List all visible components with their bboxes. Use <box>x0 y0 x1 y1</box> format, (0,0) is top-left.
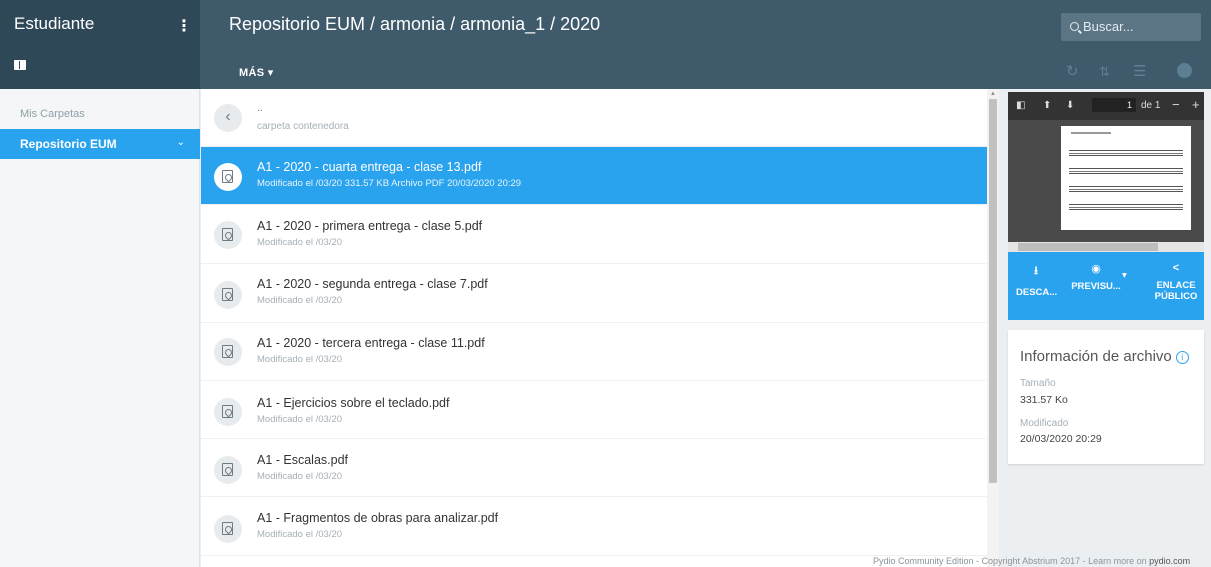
size-label: Tamaño <box>1020 378 1056 389</box>
preview-button[interactable]: ◉ PREVISU... <box>1068 262 1124 292</box>
sidebar: Mis Carpetas Repositorio EUM ⌄ <box>0 89 200 567</box>
arrow-up-icon[interactable]: ⬆ <box>1043 100 1051 111</box>
file-list: ‹ .. carpeta contenedora A1 - 2020 - cua… <box>201 89 987 567</box>
share-icon: < <box>1172 262 1180 274</box>
scroll-up-arrow-icon[interactable]: ▲ <box>990 91 996 97</box>
parent-meta: carpeta contenedora <box>257 121 349 132</box>
sidebar-item-repositorio[interactable]: Repositorio EUM ⌄ <box>0 129 200 159</box>
refresh-icon[interactable]: ↻ <box>1066 62 1079 80</box>
list-scrollbar[interactable]: ▲ <box>987 89 999 567</box>
file-name: A1 - Fragmentos de obras para analizar.p… <box>257 511 499 525</box>
file-meta: Modificado el /03/20 <box>257 237 343 248</box>
info-title-text: Información de archivo <box>1020 348 1172 365</box>
preview-dropdown-icon[interactable]: ▾ <box>1122 270 1127 281</box>
pdf-file-icon <box>214 398 242 426</box>
search-placeholder: Buscar... <box>1083 19 1134 34</box>
pdf-file-icon <box>214 515 242 543</box>
chevron-down-icon[interactable]: ⌄ <box>177 137 185 148</box>
info-circle-icon[interactable]: i <box>1175 351 1189 364</box>
file-meta: Modificado el /03/20 <box>257 414 343 425</box>
scrollbar-thumb[interactable] <box>989 99 997 483</box>
file-actions: ⭳ DESCA... ◉ PREVISU... ▾ < ENLACE PÚBLI… <box>1008 252 1204 320</box>
footer-text: Pydio Community Edition - Copyright Abst… <box>873 556 1147 566</box>
download-icon: ⭳ <box>1034 265 1038 277</box>
more-label: MÁS <box>239 67 265 79</box>
pdf-preview: ◧ ⬆ ⬇ 1 de 1 − + <box>1008 92 1204 252</box>
file-meta: Modificado el /03/20 <box>257 529 343 540</box>
pdf-file-icon <box>214 163 242 191</box>
public-link-label-2: PÚBLICO <box>1154 291 1198 302</box>
file-row[interactable]: A1 - Ejercicios sobre el teclado.pdf Mod… <box>201 381 987 439</box>
file-meta: Modificado el /03/20 <box>257 295 343 306</box>
file-row[interactable]: A1 - 2020 - cuarta entrega - clase 13.pd… <box>201 147 987 205</box>
search-icon <box>1070 22 1079 31</box>
public-link-label: ENLACE <box>1156 280 1196 291</box>
info-title: Información de archivo i <box>1020 348 1189 365</box>
page-count: de 1 <box>1141 100 1161 111</box>
sidebar-item-label: Repositorio EUM <box>20 137 117 151</box>
preview-toolbar: ◧ ⬆ ⬇ 1 de 1 − + <box>1008 92 1204 120</box>
page-number-input[interactable]: 1 <box>1092 98 1136 112</box>
zoom-in-icon[interactable]: + <box>1192 97 1200 112</box>
sort-icon[interactable]: ⇅ <box>1099 64 1110 80</box>
file-name: A1 - 2020 - segunda entrega - clase 7.pd… <box>257 277 488 291</box>
eye-icon: ◉ <box>1091 263 1101 275</box>
file-name: A1 - 2020 - primera entrega - clase 5.pd… <box>257 219 483 233</box>
modified-label: Modificado <box>1020 418 1069 429</box>
top-bar: Estudiante ⋮ Repositorio EUM / armonia /… <box>0 0 1211 89</box>
kebab-menu-icon[interactable]: ⋮ <box>176 16 192 36</box>
file-name: A1 - 2020 - cuarta entrega - clase 13.pd… <box>257 160 482 174</box>
file-info-card: Información de archivo i Tamaño 331.57 Ko… <box>1008 330 1204 464</box>
preview-label: PREVISU... <box>1071 281 1121 292</box>
book-icon[interactable] <box>14 60 26 70</box>
file-meta: Modificado el /03/20 <box>257 354 343 365</box>
footer-link[interactable]: pydio.com <box>1149 556 1190 566</box>
pdf-file-icon <box>214 338 242 366</box>
footer: Pydio Community Edition - Copyright Abst… <box>873 556 1190 566</box>
back-arrow-icon[interactable]: ‹ <box>214 104 242 132</box>
info-icon[interactable] <box>1177 63 1192 78</box>
public-link-button[interactable]: < ENLACE PÚBLICO <box>1154 262 1198 302</box>
file-name: A1 - Ejercicios sobre el teclado.pdf <box>257 396 450 410</box>
download-button[interactable]: ⭳ DESCA... <box>1016 262 1058 298</box>
pdf-page-thumbnail <box>1061 126 1191 230</box>
arrow-down-icon[interactable]: ⬇ <box>1066 100 1074 111</box>
zoom-out-icon[interactable]: − <box>1172 97 1180 112</box>
file-name: A1 - 2020 - tercera entrega - clase 11.p… <box>257 336 485 350</box>
file-row[interactable]: A1 - 2020 - primera entrega - clase 5.pd… <box>201 205 987 264</box>
parent-folder-row[interactable]: ‹ .. carpeta contenedora <box>201 89 987 147</box>
file-name: A1 - Escalas.pdf <box>257 453 349 467</box>
sidebar-section-label: Mis Carpetas <box>20 108 85 120</box>
list-view-icon[interactable]: ☰ <box>1133 62 1146 80</box>
pdf-file-icon <box>214 281 242 309</box>
modified-value: 20/03/2020 20:29 <box>1020 433 1102 445</box>
file-row[interactable]: A1 - Escalas.pdf Modificado el /03/20 <box>201 439 987 497</box>
file-row[interactable]: A1 - 2020 - tercera entrega - clase 11.p… <box>201 323 987 381</box>
file-meta: Modificado el /03/20 <box>257 471 343 482</box>
brand-title: Estudiante <box>14 14 95 33</box>
file-meta: Modificado el /03/20 331.57 KB Archivo P… <box>257 178 522 189</box>
preview-hscroll-thumb[interactable] <box>1018 243 1158 251</box>
parent-name: .. <box>257 103 263 114</box>
brand-area: Estudiante ⋮ <box>0 0 200 89</box>
size-value: 331.57 Ko <box>1020 394 1068 406</box>
more-button[interactable]: MÁS ▾ <box>239 66 274 79</box>
breadcrumb[interactable]: Repositorio EUM / armonia / armonia_1 / … <box>229 14 600 35</box>
download-label: DESCA... <box>1016 287 1058 298</box>
preview-hscrollbar[interactable] <box>1008 242 1204 252</box>
file-row[interactable]: A1 - 2020 - segunda entrega - clase 7.pd… <box>201 264 987 323</box>
search-input[interactable]: Buscar... <box>1061 13 1201 41</box>
sidebar-toggle-icon[interactable]: ◧ <box>1016 100 1025 111</box>
pdf-file-icon <box>214 221 242 249</box>
pdf-file-icon <box>214 456 242 484</box>
file-row[interactable]: A1 - Fragmentos de obras para analizar.p… <box>201 497 987 556</box>
